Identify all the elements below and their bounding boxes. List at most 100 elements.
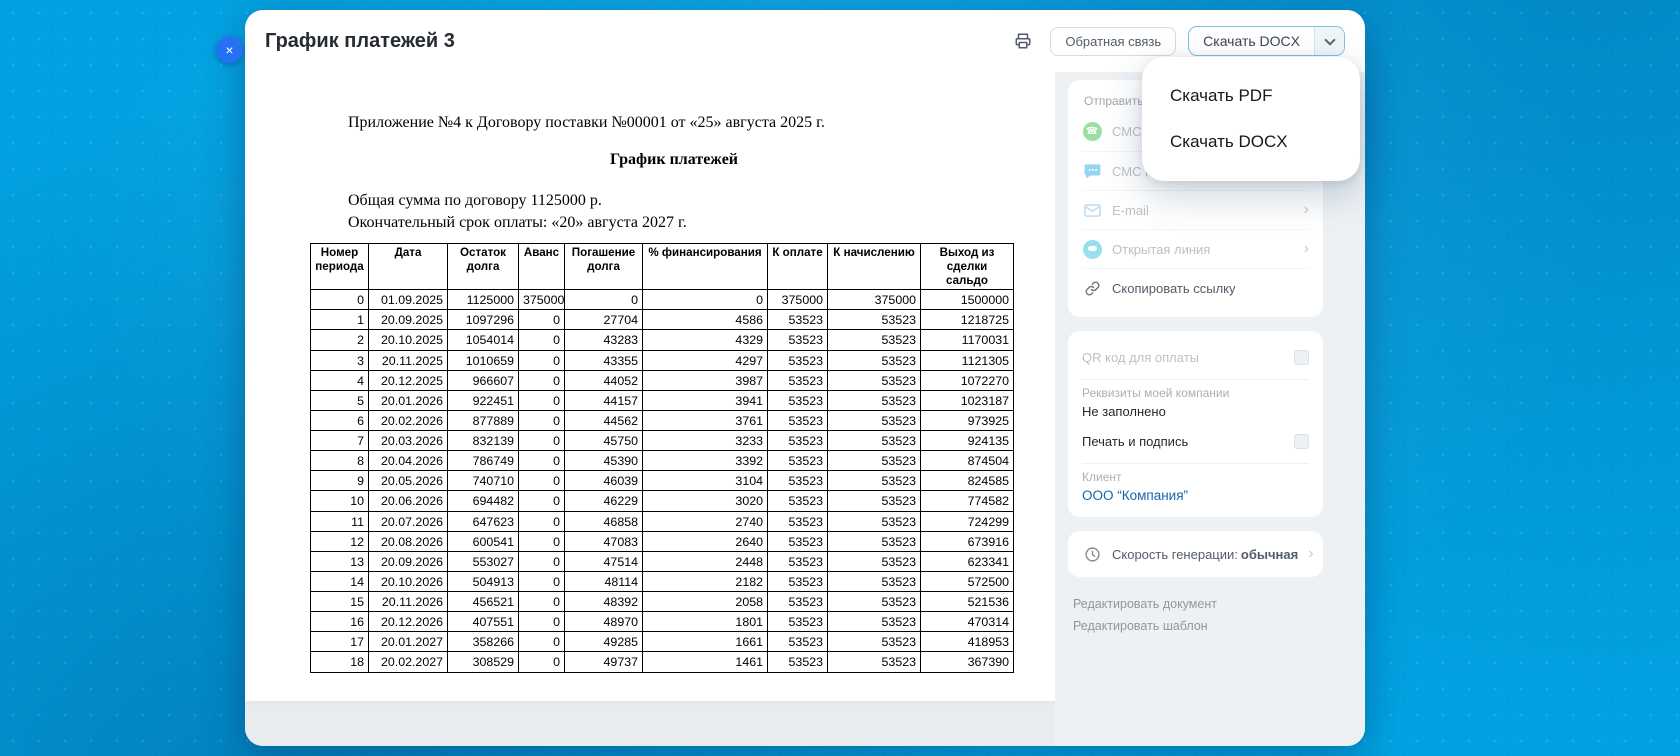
table-cell: 786749: [447, 450, 519, 472]
table-row: 12 20.08.2026 600541 0 47083 2640 53523 53523 67…: [310, 530, 1014, 552]
table-cell: 45390: [564, 450, 643, 472]
generation-speed-card: Скорость генерации: обычная ›: [1068, 531, 1323, 577]
download-docx-option[interactable]: Скачать DOCX: [1142, 119, 1360, 165]
table-row: 9 20.05.2026 740710 0 46039 3104 53523 53523 824…: [310, 470, 1014, 492]
copy-link-item[interactable]: Скопировать ссылку: [1082, 268, 1309, 307]
chevron-right-icon: ›: [1308, 545, 1314, 562]
qr-code-checkbox[interactable]: [1294, 349, 1309, 365]
copy-link-label: Скопировать ссылку: [1112, 280, 1236, 296]
send-item-email[interactable]: E-mail ›: [1082, 190, 1309, 229]
table-cell: 375000: [827, 289, 921, 311]
chevron-right-icon: ›: [1303, 201, 1309, 218]
generation-speed-label: Скорость генерации:: [1112, 546, 1238, 562]
table-cell: 470314: [920, 611, 1014, 633]
speed-icon: [1082, 544, 1102, 564]
table-cell: 4586: [642, 309, 768, 331]
table-cell: 0: [518, 631, 565, 653]
table-cell: 53523: [767, 651, 828, 673]
table-header-cell: % финансирования: [642, 243, 768, 291]
table-cell: 3: [310, 349, 369, 371]
download-docx-button[interactable]: Скачать DOCX: [1188, 26, 1345, 56]
table-cell: 20.11.2026: [368, 591, 448, 613]
table-cell: 48392: [564, 591, 643, 613]
table-cell: 53523: [767, 329, 828, 351]
table-row: 16 20.12.2026 407551 0 48970 1801 53523 53523 47…: [310, 611, 1014, 633]
table-cell: 0: [518, 611, 565, 633]
stamp-checkbox[interactable]: [1294, 433, 1309, 449]
table-cell: 0: [518, 490, 565, 512]
table-cell: 0: [564, 289, 643, 311]
table-cell: 53523: [767, 470, 828, 492]
table-cell: 0: [310, 289, 369, 311]
table-cell: 3987: [642, 369, 768, 391]
table-cell: 20.04.2026: [368, 450, 448, 472]
table-cell: 53523: [827, 369, 921, 391]
table-row: 6 20.02.2026 877889 0 44562 3761 53523 53523 973…: [310, 409, 1014, 432]
generation-speed-text: Скорость генерации: обычная: [1112, 547, 1298, 562]
table-cell: 1661: [642, 631, 768, 653]
table-cell: 358266: [447, 631, 519, 653]
table-cell: 20.07.2026: [368, 510, 448, 532]
table-cell: 0: [518, 389, 565, 411]
edit-document-link[interactable]: Редактировать документ: [1073, 593, 1323, 615]
table-cell: 7: [310, 430, 369, 452]
table-cell: 3020: [642, 490, 768, 512]
table-cell: 407551: [447, 611, 519, 633]
deadline-line: Окончательный срок оплаты: «20» августа …: [348, 214, 687, 232]
table-cell: 2640: [642, 530, 768, 552]
divider: [1082, 379, 1309, 380]
screen: { "window": { "title": "График платежей …: [0, 0, 1680, 756]
table-cell: 45750: [564, 430, 643, 452]
table-cell: 44157: [564, 389, 643, 411]
table-cell: 10: [310, 490, 369, 512]
feedback-button[interactable]: Обратная связь: [1050, 26, 1177, 56]
table-cell: 308529: [447, 651, 519, 673]
openline-icon: [1082, 239, 1102, 259]
table-cell: 53523: [767, 550, 828, 572]
client-link[interactable]: ООО “Компания”: [1082, 488, 1309, 503]
table-cell: 13: [310, 550, 369, 572]
table-cell: 49737: [564, 651, 643, 673]
table-header-cell: Остаток долга: [447, 243, 519, 291]
table-row: 7 20.03.2026 832139 0 45750 3233 53523 53523 924…: [310, 430, 1014, 452]
table-cell: 0: [518, 591, 565, 613]
stamp-option[interactable]: Печать и подпись: [1082, 425, 1309, 457]
table-cell: 15: [310, 591, 369, 613]
table-cell: 0: [518, 309, 565, 331]
table-cell: 20.12.2025: [368, 369, 448, 391]
table-cell: 11: [310, 510, 369, 532]
edit-template-link[interactable]: Редактировать шаблон: [1073, 615, 1323, 637]
total-line: Общая сумма по договору 1125000 р.: [348, 192, 602, 210]
table-cell: 3104: [642, 470, 768, 492]
table-cell: 1170031: [920, 329, 1014, 351]
download-options-toggle[interactable]: [1314, 27, 1344, 55]
table-cell: 47514: [564, 550, 643, 572]
table-cell: 572500: [920, 570, 1014, 593]
table-row: 1 20.09.2025 1097296 0 27704 4586 53523 53523 12…: [310, 309, 1014, 331]
table-cell: 20.10.2026: [368, 570, 448, 593]
table-row: 4 20.12.2025 966607 0 44052 3987 53523 53523 107…: [310, 369, 1014, 391]
qr-code-option[interactable]: QR код для оплаты: [1082, 341, 1309, 373]
send-item-openline[interactable]: Открытая линия ›: [1082, 229, 1309, 268]
table-cell: 1801: [642, 611, 768, 633]
stamp-label: Печать и подпись: [1082, 433, 1189, 449]
header-controls: Обратная связь Скачать DOCX: [1008, 26, 1345, 56]
table-cell: 53523: [767, 349, 828, 371]
table-cell: 418953: [920, 631, 1014, 653]
table-row: 17 20.01.2027 358266 0 49285 1661 53523 53523 41…: [310, 631, 1014, 653]
table-cell: 367390: [920, 651, 1014, 673]
table-cell: 43283: [564, 329, 643, 351]
close-button[interactable]: ×: [216, 36, 243, 63]
table-cell: 1125000: [447, 289, 519, 311]
print-button[interactable]: [1008, 26, 1038, 56]
table-cell: 1054014: [447, 329, 519, 351]
table-cell: 2740: [642, 510, 768, 532]
generation-speed-item[interactable]: Скорость генерации: обычная ›: [1082, 541, 1314, 567]
table-cell: 8: [310, 450, 369, 472]
table-cell: 0: [518, 550, 565, 572]
table-cell: 01.09.2025: [368, 289, 448, 311]
table-cell: 3233: [642, 430, 768, 452]
download-pdf-option[interactable]: Скачать PDF: [1142, 73, 1360, 119]
table-row: 0 01.09.2025 1125000 375000 0 0 375000 375000 15…: [310, 289, 1014, 311]
table-cell: 375000: [767, 289, 828, 311]
